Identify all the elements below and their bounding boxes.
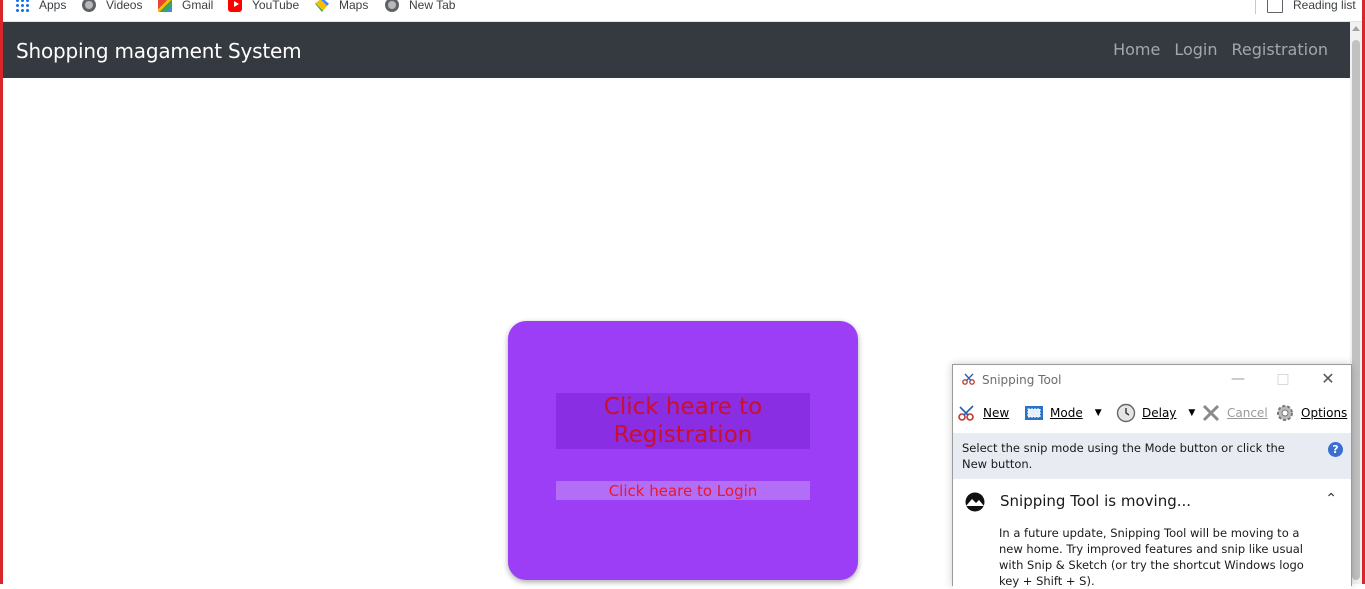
registration-link[interactable]: Click heare to Registration <box>556 393 810 449</box>
mode-button[interactable]: Mode ▼ <box>1024 403 1102 423</box>
cancel-button: Cancel <box>1201 403 1268 423</box>
bookmarks-bar: Apps Videos Gmail YouTube Maps New Tab R… <box>3 0 1362 22</box>
bookmark-gmail[interactable]: Gmail <box>158 0 213 15</box>
snip-mode-hint: Select the snip mode using the Mode butt… <box>953 433 1351 479</box>
clock-icon <box>1116 403 1136 423</box>
window-border-left <box>0 0 3 584</box>
delay-button[interactable]: Delay ▼ <box>1116 403 1195 423</box>
maps-icon <box>315 0 329 12</box>
snipping-tool-title: Snipping Tool <box>982 373 1062 387</box>
bookmark-label: Apps <box>39 0 67 12</box>
chevron-up-icon[interactable]: ⌃ <box>1325 491 1337 507</box>
bookmark-apps[interactable]: Apps <box>15 0 66 15</box>
new-snip-button[interactable]: New <box>957 403 1009 423</box>
scroll-up-arrow-icon[interactable] <box>1352 26 1360 31</box>
globe-icon <box>82 0 96 12</box>
moving-notice-title: Snipping Tool is moving... <box>1000 492 1192 510</box>
youtube-icon <box>228 0 242 12</box>
maximize-icon: □ <box>1276 371 1290 387</box>
bookmarks-divider <box>1255 0 1256 14</box>
bookmark-label: Maps <box>339 0 369 12</box>
nav-link-registration[interactable]: Registration <box>1232 40 1328 59</box>
cancel-icon <box>1202 404 1220 422</box>
mode-icon <box>1025 406 1043 420</box>
bookmark-label: Videos <box>106 0 143 12</box>
snipping-toolbar: New Mode ▼ Delay ▼ Cancel Options <box>953 395 1351 432</box>
nav-links: Home Login Registration <box>1113 40 1328 59</box>
navbar-brand[interactable]: Shopping magament System <box>16 39 302 63</box>
options-button[interactable]: Options <box>1275 403 1347 423</box>
reading-list-button[interactable]: Reading list <box>1267 0 1356 15</box>
snipping-tool-window: Snipping Tool — □ ✕ New Mode ▼ Delay ▼ C… <box>952 364 1352 589</box>
bookmark-label: Gmail <box>182 0 214 12</box>
mode-label: Mode <box>1050 406 1083 420</box>
new-label: New <box>983 406 1010 420</box>
scissors-icon <box>962 373 975 385</box>
apps-icon <box>15 0 29 12</box>
moving-notice-body: In a future update, Snipping Tool will b… <box>999 526 1304 588</box>
delay-label: Delay <box>1142 406 1177 420</box>
mode-dropdown-arrow-icon[interactable]: ▼ <box>1095 408 1102 418</box>
nav-link-home[interactable]: Home <box>1113 40 1160 59</box>
bookmark-new-tab[interactable]: New Tab <box>385 0 455 15</box>
minimize-icon[interactable]: — <box>1227 370 1249 388</box>
nav-link-login[interactable]: Login <box>1174 40 1217 59</box>
bookmark-youtube[interactable]: YouTube <box>228 0 299 15</box>
bookmark-maps[interactable]: Maps <box>315 0 368 15</box>
globe-icon <box>385 0 399 12</box>
cancel-label: Cancel <box>1227 406 1268 420</box>
action-card: Click heare to Registration Click heare … <box>508 321 858 580</box>
gmail-icon <box>158 0 172 12</box>
delay-dropdown-arrow-icon[interactable]: ▼ <box>1188 408 1195 418</box>
scroll-thumb[interactable] <box>1352 40 1360 580</box>
login-link[interactable]: Click heare to Login <box>556 481 810 500</box>
reading-list-label: Reading list <box>1293 0 1356 12</box>
bookmark-label: YouTube <box>252 0 300 12</box>
gear-icon <box>1277 405 1293 421</box>
snip-sketch-icon <box>965 492 985 512</box>
snipping-tool-titlebar[interactable]: Snipping Tool — □ ✕ <box>953 365 1351 394</box>
help-icon[interactable]: ? <box>1328 442 1343 457</box>
moving-notice: Snipping Tool is moving... ⌃ In a future… <box>953 479 1351 589</box>
reading-list-icon <box>1267 0 1283 13</box>
bookmark-label: New Tab <box>409 0 456 12</box>
options-label: Options <box>1301 406 1348 420</box>
bookmark-videos[interactable]: Videos <box>82 0 142 15</box>
close-icon[interactable]: ✕ <box>1317 370 1339 388</box>
navbar: Shopping magament System Home Login Regi… <box>3 22 1350 78</box>
new-snip-icon <box>958 405 974 421</box>
